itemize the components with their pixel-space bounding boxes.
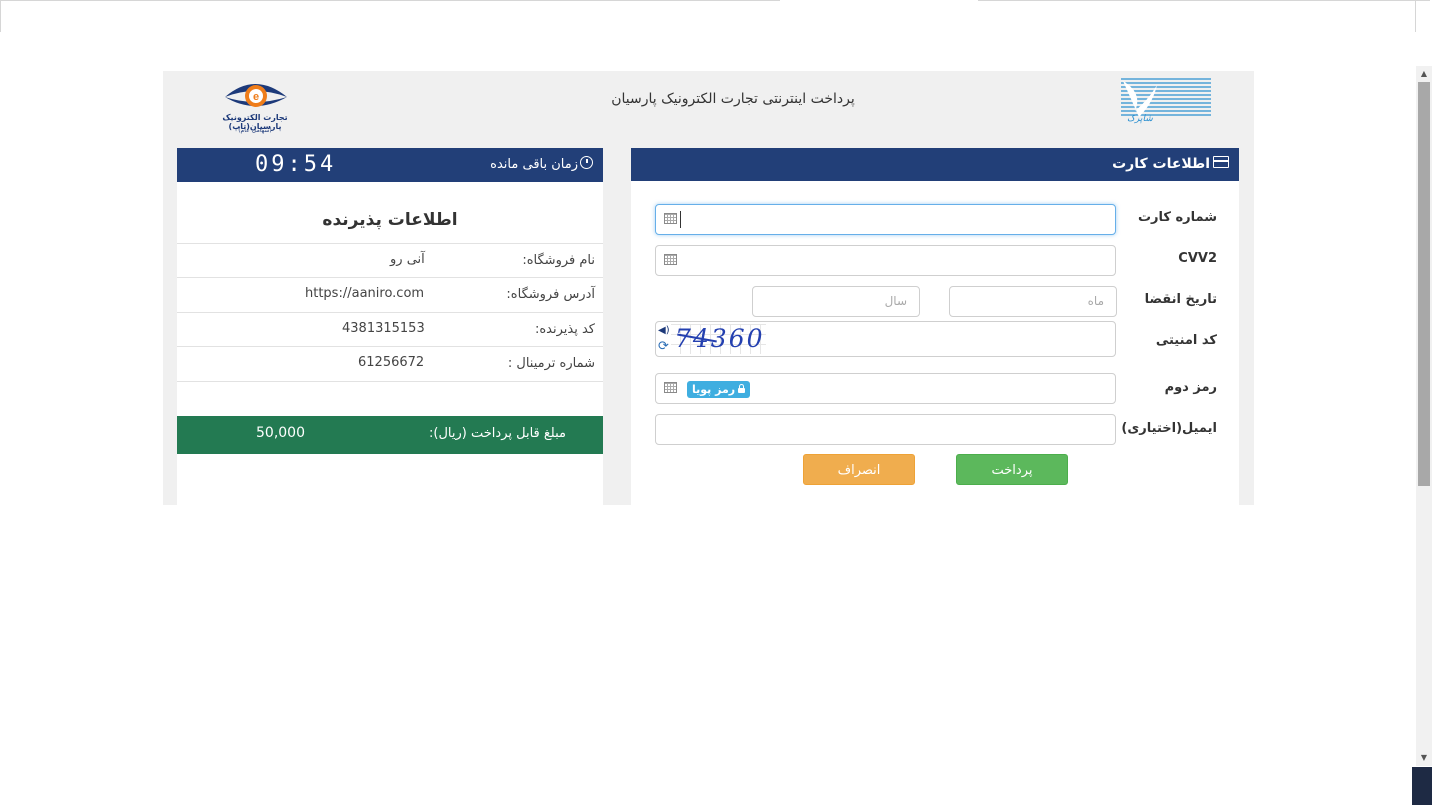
payable-amount-bar: مبلغ قابل پرداخت (ریال): 50,000 [177,416,603,454]
virtual-keyboard-icon[interactable] [664,254,677,265]
merchant-row-label: آدرس فروشگاه: [506,287,595,302]
merchant-row-label: نام فروشگاه: [522,253,595,268]
cvv2-label: CVV2 [1178,251,1217,266]
card-number-input[interactable] [655,204,1116,235]
text-caret [680,211,681,228]
card-info-header: اطلاعات کارت [631,148,1239,181]
second-password-label: رمز دوم [1164,380,1217,395]
virtual-keyboard-icon[interactable] [664,213,677,224]
credit-card-icon [1213,156,1229,168]
expiry-year-placeholder: سال [884,294,907,308]
remaining-time-label: زمان باقی مانده [490,157,578,172]
merchant-row-label: شماره ترمینال : [507,356,595,371]
merchant-row-label: کد پذیرنده: [534,322,595,337]
merchant-info-box: 09:54 زمان باقی مانده اطلاعات پذیرنده نا… [177,148,603,505]
captcha-label: کد امنیتی [1155,333,1217,348]
email-label: ایمیل(اختیاری) [1121,421,1217,436]
merchant-row: کد پذیرنده: 4381315153 [177,312,603,347]
top-strip-divider [978,0,1430,1]
expiry-month-input[interactable]: ماه [949,286,1117,317]
expiry-label: تاریخ انقضا [1144,292,1217,307]
tap-logo-icon: e [225,84,287,107]
merchant-row: شماره ترمینال : 61256672 [177,346,603,382]
dynamic-password-label: رمز پویا [692,383,736,396]
captcha-input[interactable]: ◀) ⟳ 74360 [655,321,1116,357]
virtual-keyboard-icon[interactable] [664,382,677,393]
page-title: پرداخت اینترنتی تجارت الکترونیک پارسیان [611,91,855,107]
top-strip-right-edge [1415,0,1416,32]
scroll-down-arrow-icon[interactable]: ▼ [1416,750,1432,766]
shaparak-logo-icon: شاپرک [1121,78,1211,124]
merchant-row-value: 4381315153 [342,321,425,336]
shaparak-logo: شاپرک [1113,77,1213,125]
speaker-icon[interactable]: ◀) [658,325,670,336]
card-info-box: اطلاعات کارت شماره کارت CVV2 تاریخ انقضا… [631,148,1239,505]
remaining-time-label-wrap: زمان باقی مانده [490,156,593,172]
expiry-year-input[interactable]: سال [752,286,920,317]
pay-button[interactable]: پرداخت [956,454,1068,485]
merchant-info-title: اطلاعات پذیرنده [322,210,458,230]
shaparak-logo-text: شاپرک [1127,113,1153,124]
tap-logo-sub-text: (سهامی عام) [238,127,272,134]
card-info-title-wrap: اطلاعات کارت [1112,156,1229,172]
payable-amount-value: 50,000 [256,425,305,441]
merchant-row-value: آنی رو [390,252,425,267]
top-strip-left-edge [0,0,1,32]
vertical-scrollbar[interactable]: ▲ ▼ [1416,66,1432,766]
payment-gateway-panel: e تجارت الکترونیک پارسیان(تاپ) (سهامی عا… [163,71,1254,505]
merchant-row: آدرس فروشگاه: https://aaniro.com [177,277,603,312]
countdown-timer: 09:54 [255,152,337,177]
card-info-title: اطلاعات کارت [1112,156,1210,172]
top-strip-divider [0,0,780,1]
expiry-month-placeholder: ماه [1087,294,1104,308]
svg-text:e: e [253,91,259,103]
lock-icon [738,384,746,393]
cvv2-input[interactable] [655,245,1116,276]
merchant-row-value: 61256672 [358,355,425,370]
refresh-icon[interactable]: ⟳ [658,340,669,353]
captcha-image: 74360 [671,324,766,354]
cancel-button[interactable]: انصراف [803,454,915,485]
corner-widget [1412,767,1432,805]
dynamic-password-button[interactable]: رمز پویا [687,381,751,398]
email-input[interactable] [655,414,1116,445]
merchant-row: نام فروشگاه: آنی رو [177,243,603,278]
captcha-text: 74360 [675,324,765,353]
card-number-label: شماره کارت [1137,210,1217,225]
tap-logo: e تجارت الکترونیک پارسیان(تاپ) (سهامی عا… [195,75,315,139]
scroll-up-arrow-icon[interactable]: ▲ [1416,66,1432,82]
browser-top-strip [0,0,1430,32]
scrollbar-thumb[interactable] [1418,82,1430,486]
clock-icon [580,156,593,169]
timer-header: 09:54 زمان باقی مانده [177,148,603,182]
second-password-input[interactable]: رمز پویا [655,373,1116,404]
payable-amount-label: مبلغ قابل پرداخت (ریال): [429,426,566,441]
merchant-row-value: https://aaniro.com [305,286,425,301]
